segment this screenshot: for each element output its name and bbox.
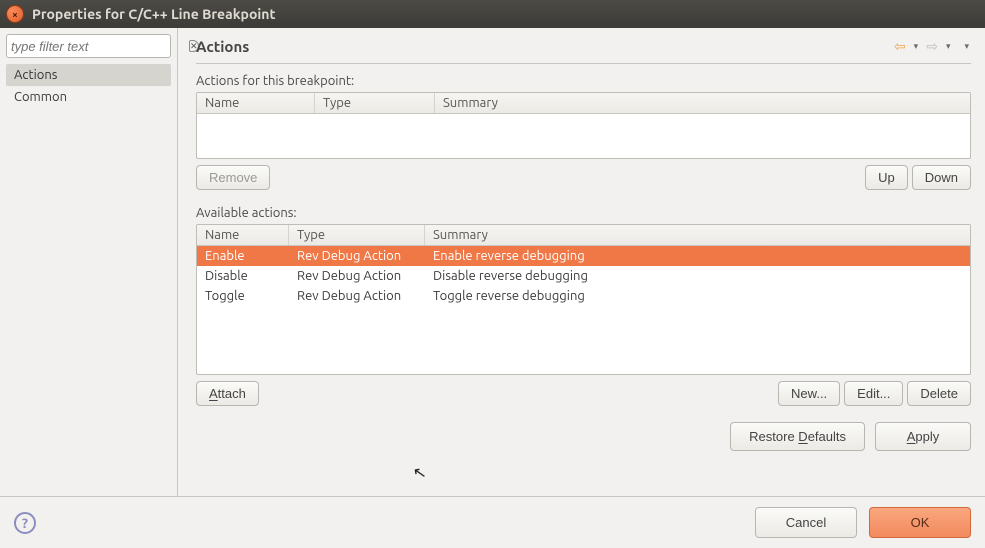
nav-item-common[interactable]: Common: [6, 86, 171, 108]
help-icon[interactable]: ?: [14, 512, 36, 534]
delete-button[interactable]: Delete: [907, 381, 971, 406]
nav-item-actions[interactable]: Actions: [6, 64, 171, 86]
available-actions-table[interactable]: Name Type Summary Enable Rev Debug Actio…: [196, 224, 971, 375]
available-actions-label: Available actions:: [196, 206, 971, 220]
bp-col-name[interactable]: Name: [197, 93, 315, 113]
cell-summary: Disable reverse debugging: [425, 268, 970, 284]
filter-text-wrap[interactable]: ✕: [6, 34, 171, 58]
cell-name: Disable: [197, 268, 289, 284]
edit-button[interactable]: Edit...: [844, 381, 903, 406]
av-col-summary[interactable]: Summary: [425, 225, 970, 245]
ok-button[interactable]: OK: [869, 507, 971, 538]
breakpoint-actions-label: Actions for this breakpoint:: [196, 74, 971, 88]
cell-type: Rev Debug Action: [289, 248, 425, 264]
cancel-button[interactable]: Cancel: [755, 507, 857, 538]
table-row[interactable]: Toggle Rev Debug Action Toggle reverse d…: [197, 286, 970, 306]
down-button[interactable]: Down: [912, 165, 971, 190]
menu-dropdown-icon[interactable]: ▾: [962, 41, 971, 52]
forward-dropdown-icon[interactable]: ▾: [944, 41, 953, 52]
cell-type: Rev Debug Action: [289, 268, 425, 284]
back-dropdown-icon[interactable]: ▾: [912, 41, 921, 52]
main-panel: Actions ⇦ ▾ ⇨ ▾ ▾ Actions for this break…: [178, 28, 985, 496]
nav-history: ⇦ ▾ ⇨ ▾ ▾: [892, 38, 971, 55]
cell-name: Toggle: [197, 288, 289, 304]
cursor-icon: ↖: [411, 462, 428, 483]
forward-arrow-icon: ⇨: [924, 38, 940, 55]
page-title: Actions: [196, 38, 249, 55]
attach-button[interactable]: Attach: [196, 381, 259, 406]
nav-list: Actions Common: [6, 64, 171, 108]
remove-button[interactable]: Remove: [196, 165, 270, 190]
av-table-body[interactable]: Enable Rev Debug Action Enable reverse d…: [197, 246, 970, 374]
cell-summary: Toggle reverse debugging: [425, 288, 970, 304]
sidebar: ✕ Actions Common: [0, 28, 178, 496]
cell-type: Rev Debug Action: [289, 288, 425, 304]
up-button[interactable]: Up: [865, 165, 908, 190]
av-col-type[interactable]: Type: [289, 225, 425, 245]
dialog-footer: ? Cancel OK: [0, 496, 985, 548]
bp-table-body[interactable]: [197, 114, 970, 158]
cell-name: Enable: [197, 248, 289, 264]
titlebar[interactable]: × Properties for C/C++ Line Breakpoint: [0, 0, 985, 28]
bp-col-type[interactable]: Type: [315, 93, 435, 113]
restore-defaults-button[interactable]: Restore Defaults: [730, 422, 865, 451]
back-arrow-icon[interactable]: ⇦: [892, 38, 908, 55]
cell-summary: Enable reverse debugging: [425, 248, 970, 264]
av-col-name[interactable]: Name: [197, 225, 289, 245]
filter-input[interactable]: [11, 39, 189, 54]
table-row[interactable]: Enable Rev Debug Action Enable reverse d…: [197, 246, 970, 266]
apply-button[interactable]: Apply: [875, 422, 971, 451]
breakpoint-actions-table[interactable]: Name Type Summary: [196, 92, 971, 159]
bp-col-summary[interactable]: Summary: [435, 93, 970, 113]
window-title: Properties for C/C++ Line Breakpoint: [32, 6, 276, 22]
table-row[interactable]: Disable Rev Debug Action Disable reverse…: [197, 266, 970, 286]
new-button[interactable]: New...: [778, 381, 840, 406]
close-icon[interactable]: ×: [6, 5, 24, 23]
